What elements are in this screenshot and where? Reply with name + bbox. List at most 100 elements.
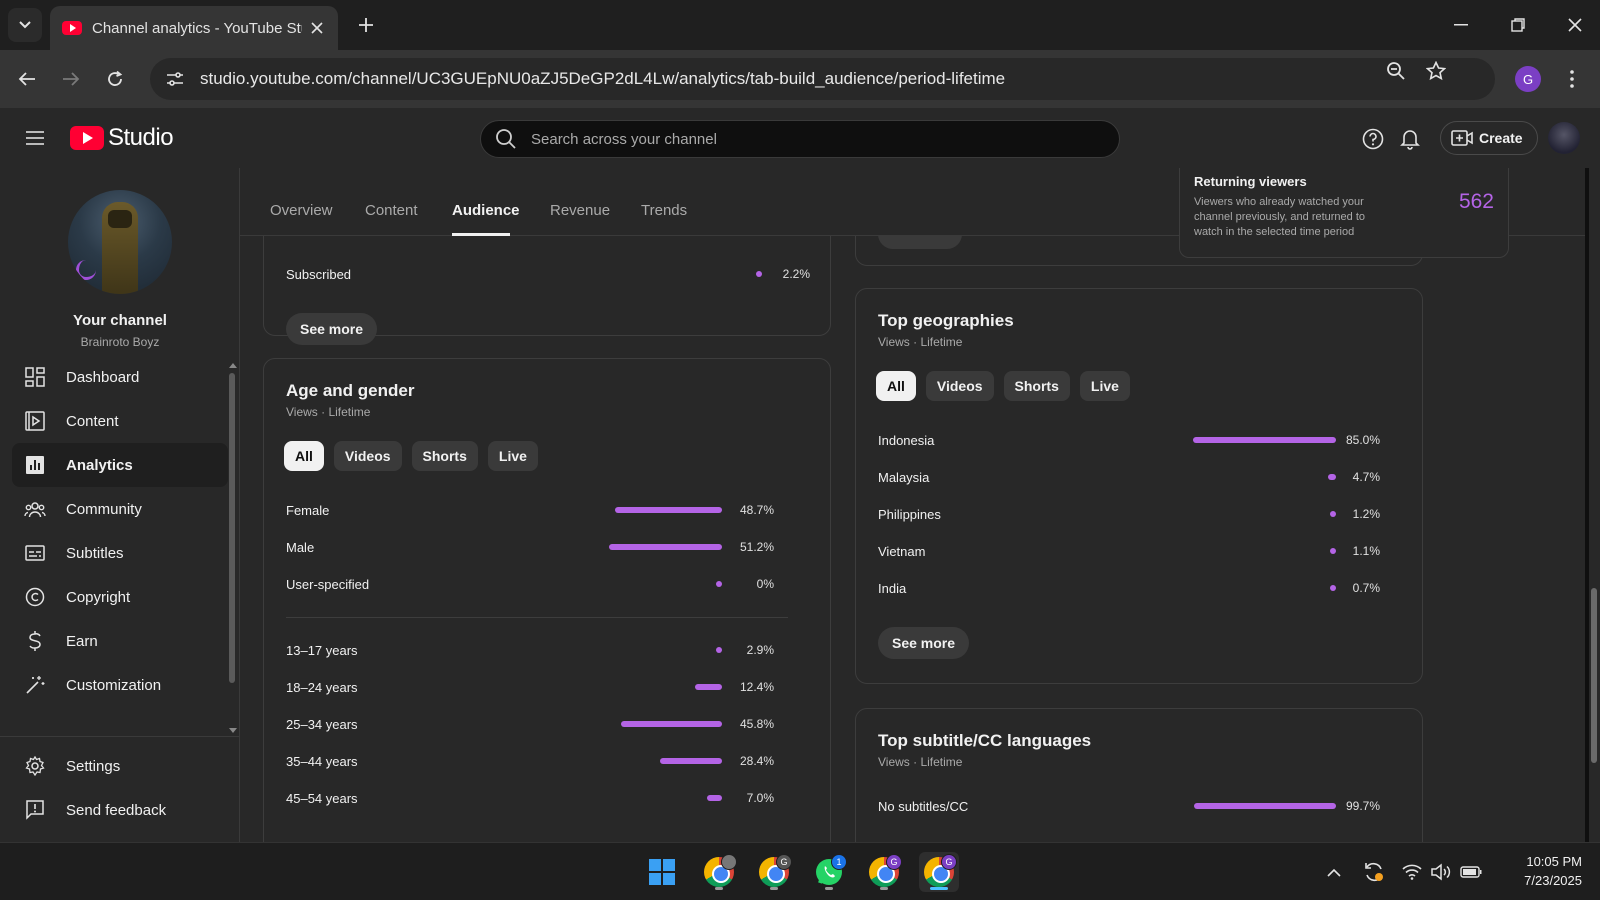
tab-revenue[interactable]: Revenue <box>550 202 610 219</box>
bar-row: User-specified 0% <box>286 575 774 595</box>
row-bar <box>706 795 722 801</box>
taskbar-whatsapp-app[interactable]: 1 <box>809 852 849 892</box>
sidebar-item-label: Send feedback <box>66 801 167 819</box>
sidebar-item-label: Customization <box>66 676 162 694</box>
search-icon <box>496 129 516 149</box>
chip-live[interactable]: Live <box>487 441 538 471</box>
chip-live[interactable]: Live <box>1079 371 1130 401</box>
bar-row: India 0.7% <box>878 579 1380 599</box>
clock-time: 10:05 PM <box>1526 854 1582 869</box>
row-value: 2.2% <box>782 267 810 281</box>
chip-shorts[interactable]: Shorts <box>411 441 478 471</box>
channel-search[interactable] <box>480 120 1120 158</box>
sync-update-icon[interactable] <box>1362 860 1386 884</box>
sidebar-item-analytics[interactable]: Analytics <box>12 443 228 487</box>
row-bar <box>621 721 722 727</box>
taskbar-chrome-app-active[interactable]: G <box>919 852 959 892</box>
tab-content[interactable]: Content <box>365 202 418 219</box>
subtitles-icon <box>24 542 46 564</box>
bar-row: 25–34 years 45.8% <box>286 715 774 735</box>
sidebar-item-customization[interactable]: Customization <box>12 663 228 707</box>
see-more-button[interactable]: See more <box>878 627 970 659</box>
minimize-icon[interactable] <box>1446 10 1476 40</box>
reload-icon[interactable] <box>100 64 130 94</box>
sidebar-scrollbar[interactable] <box>229 373 235 683</box>
browser-profile-avatar[interactable]: G <box>1515 66 1541 92</box>
browser-menu-icon[interactable] <box>1560 66 1584 92</box>
sidebar-item-settings[interactable]: Settings <box>12 744 228 788</box>
chrome-profile-badge <box>721 854 737 870</box>
create-button[interactable]: Create <box>1440 121 1538 155</box>
chip-all[interactable]: All <box>284 441 324 471</box>
zoom-icon[interactable] <box>1383 58 1409 84</box>
forward-icon[interactable] <box>56 64 86 94</box>
row-label: 18–24 years <box>286 680 358 695</box>
sidebar-item-subtitles[interactable]: Subtitles <box>12 531 228 575</box>
sidebar-item-copyright[interactable]: Copyright <box>12 575 228 619</box>
battery-icon[interactable] <box>1459 860 1483 884</box>
sidebar-scroll-up-arrow[interactable] <box>229 363 237 368</box>
sidebar-item-label: Dashboard <box>66 368 140 386</box>
close-window-icon[interactable] <box>1560 10 1590 40</box>
bar-row: Male 51.2% <box>286 538 774 558</box>
account-avatar[interactable] <box>1548 122 1580 154</box>
sidebar-scroll-down-arrow[interactable] <box>229 728 237 733</box>
site-info-icon[interactable] <box>162 66 188 92</box>
main-scrollbar[interactable] <box>1589 168 1600 842</box>
chip-all[interactable]: All <box>876 371 916 401</box>
sidebar-item-content[interactable]: Content <box>12 399 228 443</box>
main-scrollbar-thumb[interactable] <box>1591 588 1597 763</box>
row-bar <box>1194 803 1336 809</box>
youtube-logo-icon <box>70 126 104 150</box>
sidebar-item-send-feedback[interactable]: Send feedback <box>12 788 228 832</box>
row-value: 45.8% <box>739 717 774 731</box>
tab-overview[interactable]: Overview <box>270 202 333 219</box>
sidebar-bottom-nav: Settings Send feedback <box>12 744 228 832</box>
volume-icon[interactable] <box>1429 860 1453 884</box>
address-bar[interactable]: studio.youtube.com/channel/UC3GUEpNU0aZJ… <box>150 58 1495 100</box>
active-tab-underline <box>452 233 510 236</box>
create-video-icon <box>1451 130 1473 146</box>
search-input[interactable] <box>531 130 1091 148</box>
tab-search-button[interactable] <box>8 8 42 42</box>
bookmark-star-icon[interactable] <box>1423 58 1449 84</box>
notifications-bell-icon[interactable] <box>1397 126 1423 152</box>
studio-logo[interactable]: Studio <box>70 124 174 152</box>
taskbar-clock[interactable]: 10:05 PM 7/23/2025 <box>1498 852 1582 890</box>
wifi-icon[interactable] <box>1400 860 1424 884</box>
top-geographies-card: Top geographies Views · Lifetime All Vid… <box>855 288 1423 684</box>
row-label: 35–44 years <box>286 754 358 769</box>
taskbar-chrome-app[interactable]: G <box>864 852 904 892</box>
show-hidden-icons-chevron-icon[interactable] <box>1322 860 1346 884</box>
row-value: 2.9% <box>746 643 774 657</box>
chip-videos[interactable]: Videos <box>333 441 402 471</box>
see-more-button[interactable]: See more <box>286 313 378 345</box>
channel-avatar[interactable] <box>68 190 172 294</box>
new-tab-icon[interactable] <box>354 13 378 37</box>
row-label: User-specified <box>286 577 370 592</box>
bar-row: Vietnam 1.1% <box>878 542 1380 562</box>
card-title: Top subtitle/CC languages <box>878 731 1092 750</box>
browser-tab[interactable]: Channel analytics - YouTube Studio <box>50 6 338 50</box>
help-icon[interactable] <box>1360 126 1386 152</box>
sidebar-item-community[interactable]: Community <box>12 487 228 531</box>
tab-close-icon[interactable] <box>308 19 326 37</box>
row-bar <box>659 758 722 764</box>
sidebar-item-dashboard[interactable]: Dashboard <box>12 355 228 399</box>
row-bar <box>694 684 722 690</box>
studio-logo-text: Studio <box>108 124 174 151</box>
chip-videos[interactable]: Videos <box>925 371 994 401</box>
row-label: Subscribed <box>286 267 352 282</box>
restore-icon[interactable] <box>1503 10 1533 40</box>
hamburger-menu-icon[interactable] <box>22 126 48 150</box>
chip-shorts[interactable]: Shorts <box>1003 371 1070 401</box>
windows-start-button[interactable] <box>642 852 682 892</box>
row-divider <box>286 617 788 618</box>
row-label: 45–54 years <box>286 791 358 806</box>
taskbar-chrome-app[interactable]: G <box>754 852 794 892</box>
tab-trends[interactable]: Trends <box>641 202 687 219</box>
back-icon[interactable] <box>12 64 42 94</box>
tab-audience[interactable]: Audience <box>452 202 520 219</box>
taskbar-chrome-app[interactable] <box>699 852 739 892</box>
sidebar-item-earn[interactable]: Earn <box>12 619 228 663</box>
